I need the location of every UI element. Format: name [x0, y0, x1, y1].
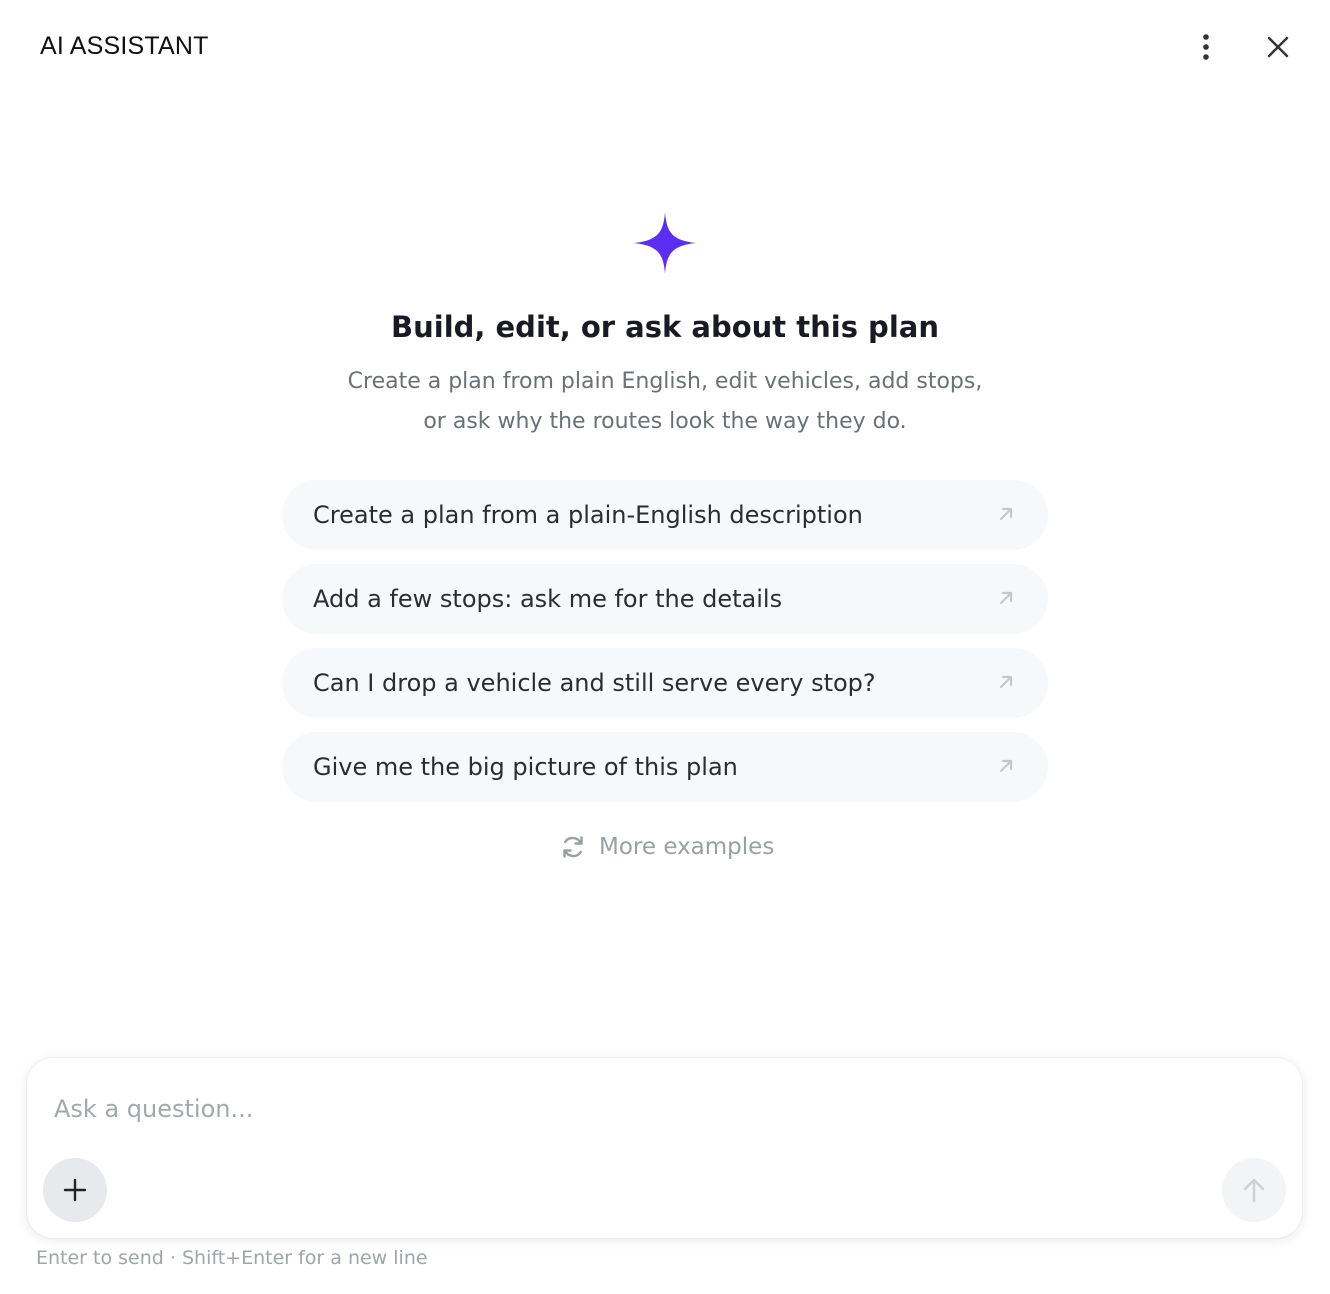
- arrow-up-right-icon: [999, 507, 1013, 521]
- composer: [27, 1058, 1302, 1238]
- close-button[interactable]: [1258, 27, 1298, 67]
- arrow-up-right-icon: [999, 675, 1013, 689]
- suggestion-list: Create a plan from a plain-English descr…: [282, 480, 1048, 816]
- panel-title: AI ASSISTANT: [40, 32, 209, 60]
- more-examples-button[interactable]: More examples: [560, 828, 774, 866]
- suggestion-label: Create a plan from a plain-English descr…: [313, 501, 863, 529]
- close-icon: [1267, 36, 1289, 58]
- plus-icon: [63, 1178, 87, 1202]
- arrow-up-right-icon: [999, 591, 1013, 605]
- sparkle-icon: [634, 212, 696, 274]
- question-input[interactable]: [52, 1088, 1276, 1130]
- suggestion-big-picture[interactable]: Give me the big picture of this plan: [282, 732, 1048, 802]
- attach-button[interactable]: [43, 1158, 107, 1222]
- suggestion-label: Can I drop a vehicle and still serve eve…: [313, 669, 876, 697]
- hero-title: Build, edit, or ask about this plan: [391, 310, 939, 344]
- send-button[interactable]: [1222, 1158, 1286, 1222]
- hero-subtitle-line: Create a plan from plain English, edit v…: [347, 369, 983, 394]
- hero-subtitle: Create a plan from plain English, edit v…: [0, 362, 1330, 442]
- arrow-up-icon: [1243, 1178, 1265, 1203]
- suggestion-add-stops[interactable]: Add a few stops: ask me for the details: [282, 564, 1048, 634]
- suggestion-create-plan[interactable]: Create a plan from a plain-English descr…: [282, 480, 1048, 550]
- more-options-button[interactable]: [1186, 27, 1226, 67]
- refresh-icon: [563, 836, 583, 858]
- vertical-dots-icon: [1203, 34, 1209, 60]
- keyboard-hint: Enter to send · Shift+Enter for a new li…: [36, 1247, 428, 1269]
- hero-subtitle-line: or ask why the routes look the way they …: [423, 409, 907, 434]
- arrow-up-right-icon: [999, 759, 1013, 773]
- suggestion-drop-vehicle[interactable]: Can I drop a vehicle and still serve eve…: [282, 648, 1048, 718]
- assistant-panel: AI ASSISTANT Build, edit, or ask about t…: [0, 0, 1330, 1294]
- more-examples-label: More examples: [599, 834, 775, 860]
- suggestion-label: Add a few stops: ask me for the details: [313, 585, 783, 613]
- suggestion-label: Give me the big picture of this plan: [313, 753, 738, 781]
